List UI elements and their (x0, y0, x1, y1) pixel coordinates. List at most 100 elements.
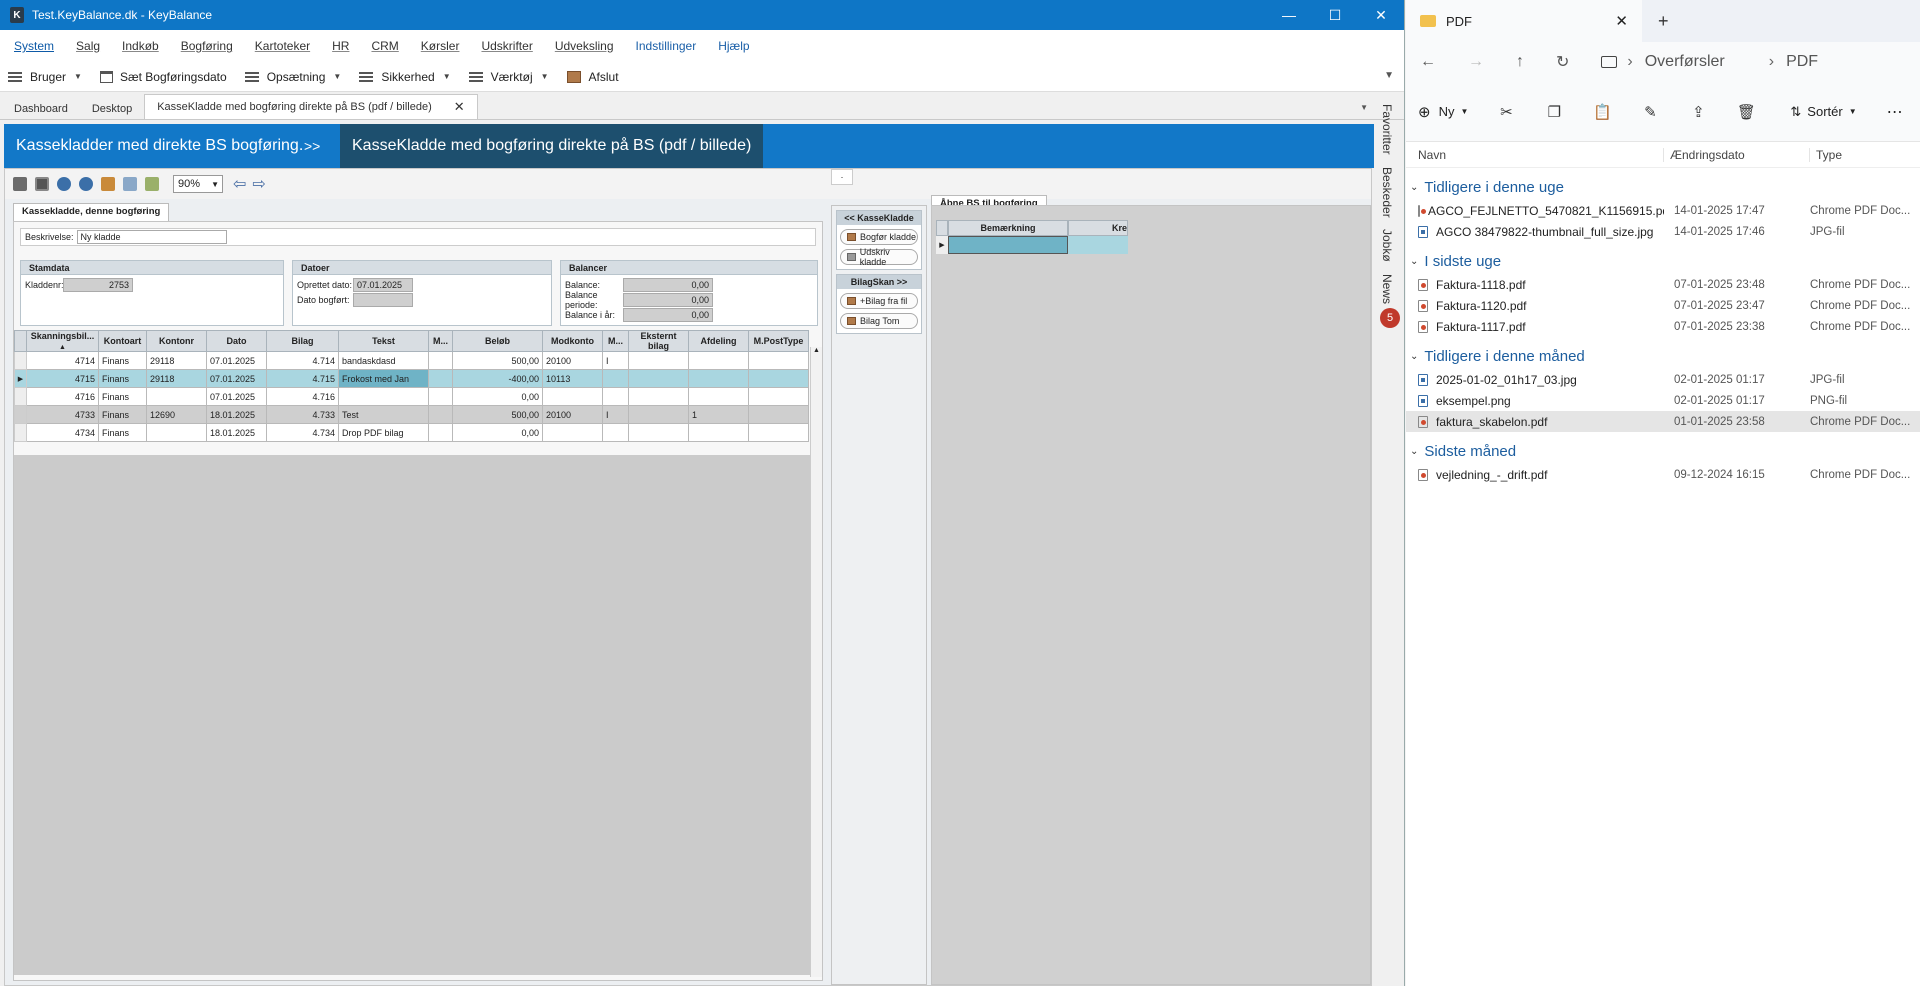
chevron-down-icon[interactable]: ⌄ (1410, 182, 1418, 193)
cell-afdeling[interactable]: 1 (688, 405, 749, 424)
banner-parent-link[interactable]: Kassekladder med direkte BS bogføring. (4, 124, 304, 168)
cell-mposttype[interactable] (748, 351, 809, 370)
scroll-up-icon[interactable]: ▲ (813, 347, 820, 354)
cell-m2[interactable]: I (602, 405, 629, 424)
share-icon[interactable]: ⇪ (1690, 104, 1706, 121)
table-row[interactable]: 4734 Finans 18.01.2025 4.734 Drop PDF bilag 0… (14, 423, 809, 442)
menu-kartoteker[interactable]: Kartoteker (255, 39, 310, 53)
table-row[interactable]: ▶ 4715 Finans 29118 07.01.2025 4.715 Frokost m… (14, 369, 809, 388)
row-indicator[interactable] (14, 423, 27, 442)
cell-kontonr[interactable] (146, 387, 207, 406)
cell-bilag[interactable]: 4.734 (266, 423, 339, 442)
cell-bilag[interactable]: 4.714 (266, 351, 339, 370)
export-icon[interactable] (101, 177, 115, 191)
cell-modkonto[interactable] (542, 387, 603, 406)
menu-salg[interactable]: Salg (76, 39, 100, 53)
cell-tekst[interactable] (338, 387, 429, 406)
menu-indstillinger[interactable]: Indstillinger (636, 39, 697, 53)
cell-afdeling[interactable] (688, 423, 749, 442)
col-navn[interactable]: Navn (1406, 147, 1664, 162)
chevron-down-icon[interactable]: ⌄ (1410, 351, 1418, 362)
cell-bilag[interactable]: 4.715 (266, 369, 339, 388)
cell-kontonr[interactable] (146, 423, 207, 442)
cell-kontoart[interactable]: Finans (98, 423, 147, 442)
row-indicator[interactable] (14, 351, 27, 370)
cell-bilag[interactable]: 4.733 (266, 405, 339, 424)
open-bs-row[interactable]: ▶ (936, 236, 1128, 254)
table-row[interactable]: 4733 Finans 12690 18.01.2025 4.733 Test 500,00… (14, 405, 809, 424)
cell-m1[interactable] (428, 387, 453, 406)
delete-icon[interactable]: 🗑 (1737, 104, 1756, 121)
close-button[interactable]: ✕ (1358, 0, 1404, 30)
cell-m1[interactable] (428, 405, 453, 424)
cell-skanningsbilag[interactable]: 4733 (26, 405, 99, 424)
cell-m1[interactable] (428, 423, 453, 442)
side-tab-jobko[interactable]: Jobkø (1380, 229, 1394, 262)
new-button[interactable]: ⊕ Ny ▼ (1418, 103, 1468, 121)
bilag-fra-fil-button[interactable]: +Bilag fra fil (840, 293, 918, 309)
rename-icon[interactable]: ✎ (1642, 104, 1658, 121)
bilagskan-section-header[interactable]: BilagSkan >> (837, 275, 921, 289)
list-item[interactable]: vejledning_-_drift.pdf 09-12-2024 16:15 Ch… (1406, 464, 1920, 485)
cell-kontoart[interactable]: Finans (98, 369, 147, 388)
close-tab-icon[interactable]: ✕ (1615, 12, 1628, 30)
col-m1[interactable]: M... (428, 330, 453, 352)
col-kontonr[interactable]: Kontonr (146, 330, 207, 352)
open-bs-cell-bemaerkning[interactable] (948, 236, 1068, 254)
new-tab-icon[interactable]: + (1658, 11, 1669, 32)
cell-afdeling[interactable] (688, 369, 749, 388)
col-modkonto[interactable]: Modkonto (542, 330, 603, 352)
col-afdeling[interactable]: Afdeling (688, 330, 749, 352)
menu-korsler[interactable]: Kørsler (421, 39, 460, 53)
list-item[interactable]: 2025-01-02_01h17_03.jpg 02-01-2025 01:17 J… (1406, 369, 1920, 390)
row-indicator[interactable] (14, 387, 27, 406)
col-aendringsdato[interactable]: Ændringsdato (1664, 147, 1810, 162)
cell-tekst[interactable]: Test (338, 405, 429, 424)
menu-system[interactable]: System (14, 39, 54, 53)
edit-icon[interactable] (145, 177, 159, 191)
bruger-dropdown[interactable]: Bruger ▼ (8, 70, 82, 84)
forward-icon[interactable]: → (1468, 53, 1484, 71)
cell-mposttype[interactable] (748, 423, 809, 442)
copy-icon[interactable]: ❐ (1546, 104, 1562, 121)
cell-kontonr[interactable]: 29118 (146, 351, 207, 370)
breadcrumb-overforsler[interactable]: Overførsler (1645, 53, 1725, 71)
cell-dato[interactable]: 07.01.2025 (206, 351, 267, 370)
group-header[interactable]: ⌄ I sidste uge (1406, 248, 1920, 274)
vaerktoej-dropdown[interactable]: Værktøj ▼ (468, 70, 549, 84)
help-icon[interactable] (79, 177, 93, 191)
table-row[interactable]: 4716 Finans 07.01.2025 4.716 0,00 (14, 387, 809, 406)
cell-dato[interactable]: 07.01.2025 (206, 369, 267, 388)
chevron-down-icon[interactable]: ⌄ (1410, 256, 1418, 267)
list-item[interactable]: faktura_skabelon.pdf 01-01-2025 23:58 Chro… (1406, 411, 1920, 432)
minimize-button[interactable]: — (1266, 0, 1312, 30)
side-tab-news[interactable]: News (1380, 274, 1394, 304)
paste-icon[interactable]: 📋 (1593, 104, 1612, 121)
more-options-icon[interactable]: ⋯ (1887, 102, 1903, 122)
beskrivelse-input[interactable]: Ny kladde (76, 230, 227, 244)
explorer-tab-pdf[interactable]: PDF ✕ (1406, 0, 1642, 42)
cell-modkonto[interactable]: 20100 (542, 405, 603, 424)
col-kontoart[interactable]: Kontoart (98, 330, 147, 352)
cell-tekst[interactable]: Drop PDF bilag (338, 423, 429, 442)
cell-eksternt-bilag[interactable] (628, 423, 689, 442)
col-bemaerkning[interactable]: Bemærkning (948, 220, 1068, 236)
cell-tekst[interactable]: bandaskdasd (338, 351, 429, 370)
side-tab-favoritter[interactable]: Favoritter (1380, 104, 1394, 155)
mid-panel-tab[interactable]: . (831, 169, 853, 185)
bogfor-kladde-button[interactable]: Bogfør kladde (840, 229, 918, 245)
bilag-tom-button[interactable]: Bilag Tom (840, 313, 918, 329)
cell-dato[interactable]: 18.01.2025 (206, 405, 267, 424)
col-eksternt-bilag[interactable]: Eksternt bilag (628, 330, 689, 352)
col-kre[interactable]: Kre (1068, 220, 1128, 236)
cell-modkonto[interactable]: 10113 (542, 369, 603, 388)
cell-m2[interactable]: I (602, 351, 629, 370)
cell-eksternt-bilag[interactable] (628, 405, 689, 424)
list-item[interactable]: AGCO 38479822-thumbnail_full_size.jpg 14-… (1406, 221, 1920, 242)
table-icon[interactable] (35, 177, 49, 191)
cell-eksternt-bilag[interactable] (628, 387, 689, 406)
cell-belob[interactable]: 500,00 (452, 351, 543, 370)
menu-hjaelp[interactable]: Hjælp (718, 39, 749, 53)
cell-tekst[interactable]: Frokost med Jan (338, 369, 429, 388)
menu-crm[interactable]: CRM (371, 39, 398, 53)
